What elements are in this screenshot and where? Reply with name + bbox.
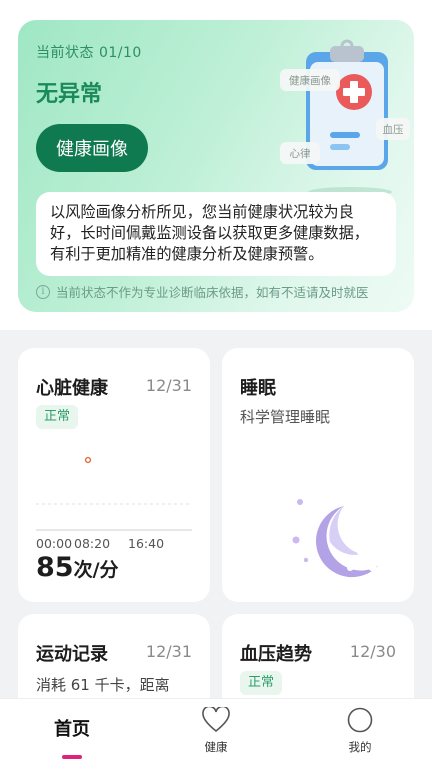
health-summary-text: 以风险画像分析所见，您当前健康状况较为良好，长时间佩戴监测设备以获取更多健康数据…: [36, 192, 396, 276]
top-section: 当前状态 01/10 无异常 健康画像 健康画像 心律 血压 以风险画像分析所见…: [0, 0, 432, 330]
disclaimer-text: 当前状态不作为专业诊断临床依据，如有不适请及时就医: [56, 285, 369, 300]
bpm-number: 85: [36, 552, 74, 583]
nav-profile-label: 我的: [348, 740, 372, 754]
health-status-card: 当前状态 01/10 无异常 健康画像 健康画像 心律 血压 以风险画像分析所见…: [18, 20, 414, 312]
active-indicator: [62, 755, 82, 759]
heart-icon: [202, 707, 230, 733]
card-subtitle: 科学管理睡眠: [240, 408, 331, 426]
bpm-unit: 次/分: [73, 559, 119, 581]
card-date: 12/30: [349, 642, 396, 661]
time-label: 08:20: [74, 536, 111, 551]
card-title: 血压趋势: [240, 644, 312, 665]
sleep-card[interactable]: 睡眠 科学管理睡眠: [222, 348, 414, 602]
status-title: 无异常: [36, 82, 103, 107]
card-date: 12/31: [145, 642, 192, 661]
heart-rate-chart: [36, 456, 192, 531]
medical-clipboard-icon: 健康画像 心律 血压: [280, 39, 410, 197]
illustration-label-profile: 健康画像: [289, 74, 331, 87]
user-icon: [347, 707, 373, 733]
nav-home[interactable]: 首页: [0, 699, 144, 768]
card-title: 睡眠: [240, 378, 276, 399]
time-label: 00:00: [36, 536, 73, 551]
heart-rate-value: 85次/分: [36, 552, 119, 583]
status-badge: 正常: [240, 671, 283, 695]
info-icon: i: [36, 284, 50, 299]
illustration-label-bp: 血压: [383, 123, 404, 136]
card-date: 12/31: [145, 376, 192, 395]
card-title: 心脏健康: [36, 378, 108, 399]
nav-health[interactable]: 健康: [144, 699, 288, 768]
health-profile-button[interactable]: 健康画像: [36, 124, 148, 172]
heart-rate-point: [84, 456, 92, 464]
bottom-nav: 首页 健康 我的: [0, 698, 432, 768]
disclaimer: i 当前状态不作为专业诊断临床依据，如有不适请及时就医: [36, 282, 369, 301]
time-label: 16:40: [128, 536, 165, 551]
nav-profile[interactable]: 我的: [288, 699, 432, 768]
nav-home-label: 首页: [54, 719, 90, 740]
nav-health-label: 健康: [204, 740, 228, 754]
illustration-label-rhythm: 心律: [290, 147, 311, 160]
heart-health-card[interactable]: 心脏健康 12/31 正常 00:00 08:20 16:40 85次/分: [18, 348, 210, 602]
card-title: 运动记录: [36, 644, 108, 665]
status-badge: 正常: [36, 405, 79, 429]
moon-icon: [292, 499, 407, 578]
status-counter: 当前状态 01/10: [36, 45, 142, 61]
